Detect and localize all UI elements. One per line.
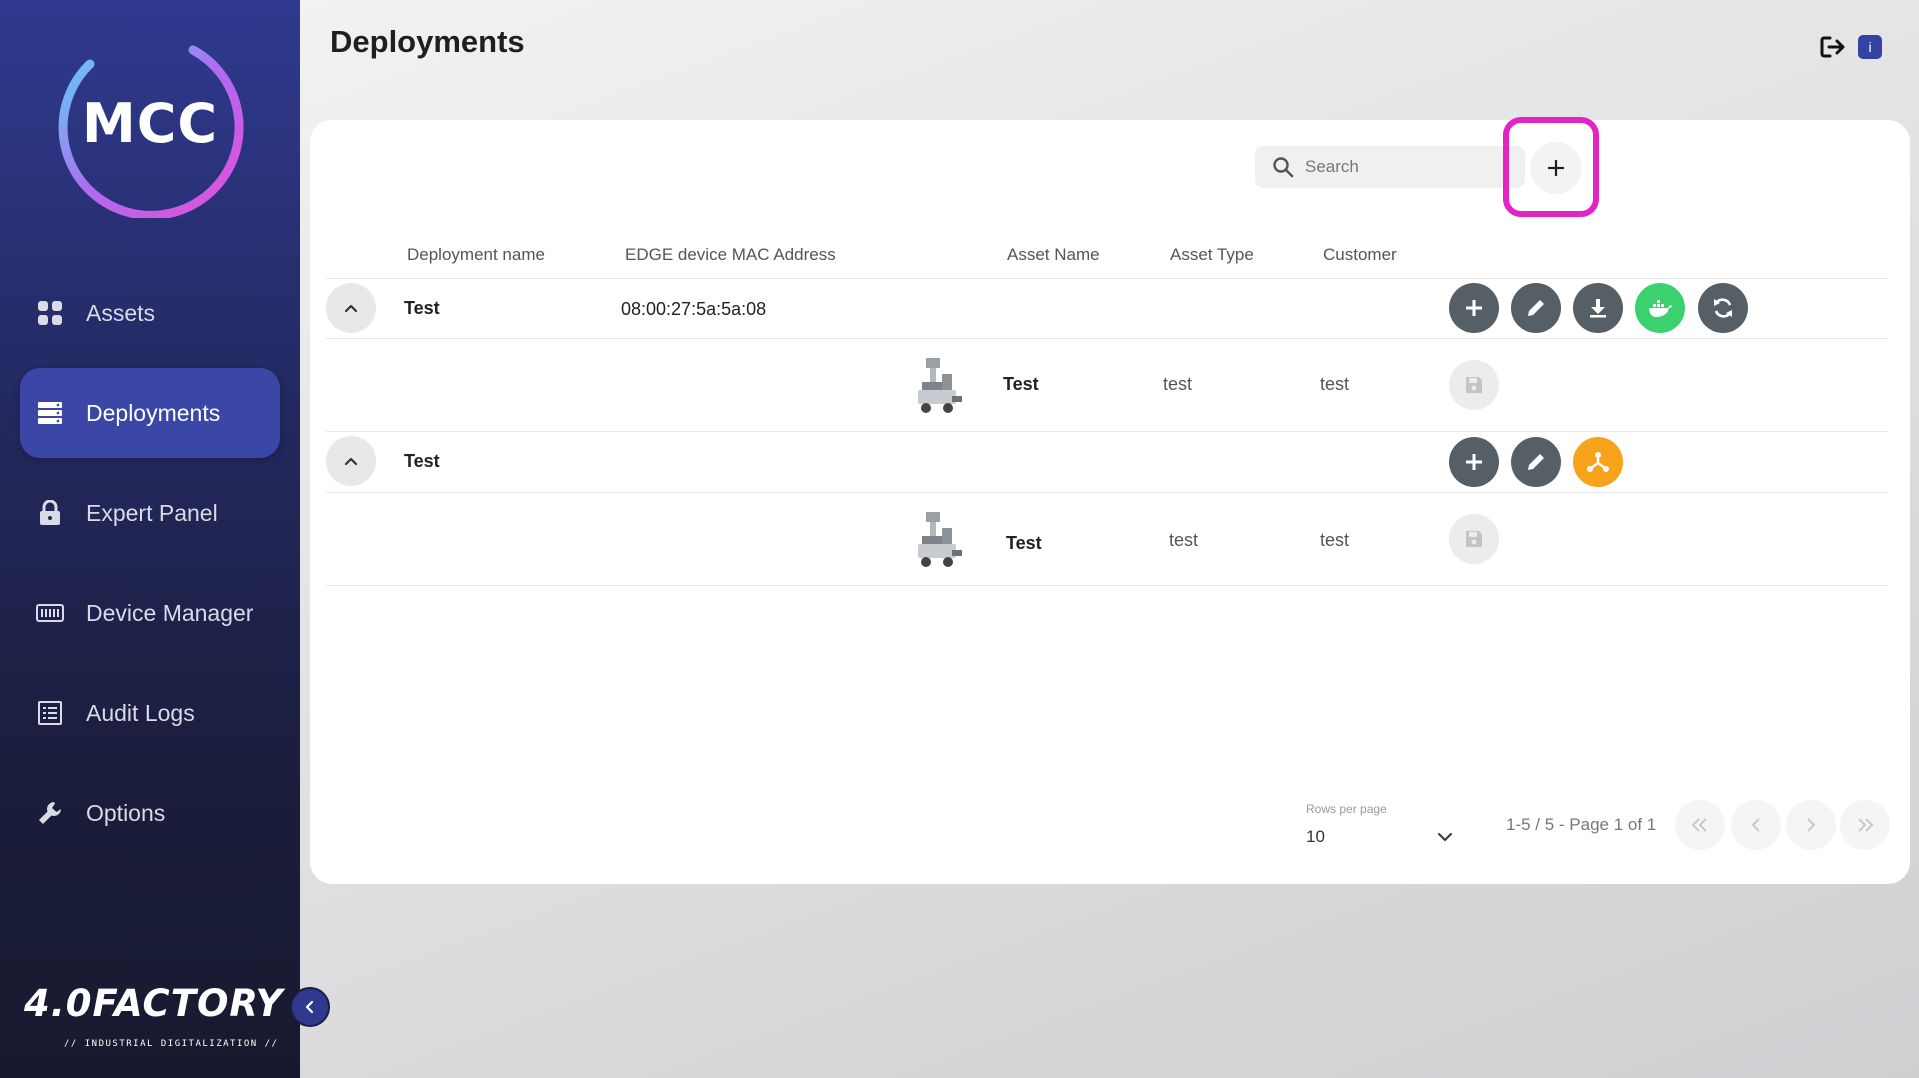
chevron-down-icon (1438, 833, 1452, 841)
download-icon (1590, 299, 1606, 318)
chevron-up-icon (344, 457, 358, 466)
sync-button[interactable] (1698, 283, 1748, 333)
brand-tagline: // INDUSTRIAL DIGITALIZATION // (64, 1039, 279, 1049)
download-button[interactable] (1573, 283, 1623, 333)
list-document-icon (36, 699, 64, 727)
column-header-asset-type[interactable]: Asset Type (1170, 245, 1254, 265)
asset-type: test (1163, 374, 1193, 394)
sidebar-item-options[interactable]: Options (20, 768, 280, 858)
edit-button[interactable] (1511, 283, 1561, 333)
rows-per-page-value: 10 (1306, 827, 1325, 846)
network-button[interactable] (1573, 437, 1623, 487)
sidebar-item-assets[interactable]: Assets (20, 268, 280, 358)
wrench-icon (36, 799, 64, 827)
asset-name: Test (1003, 374, 1039, 394)
logout-icon[interactable] (1820, 35, 1846, 59)
rows-per-page-label: Rows per page (1306, 802, 1387, 816)
chevron-left-icon (305, 1000, 314, 1014)
row-divider (326, 338, 1888, 339)
sidebar-item-label: Device Manager (86, 599, 254, 626)
robot-asset-image (912, 506, 968, 572)
mac-address: 08:00:27:5a:5a:08 (621, 299, 767, 319)
plus-icon (1466, 300, 1482, 316)
floppy-disk-icon (1466, 377, 1482, 393)
company-logo: 4.0FACTORY // INDUSTRIAL DIGITALIZATION … (24, 982, 284, 1049)
search-icon (1273, 157, 1294, 178)
deployment-name: Test (404, 451, 440, 471)
add-deployment-button[interactable] (1530, 142, 1582, 194)
double-chevron-right-icon (1858, 818, 1874, 832)
edit-button[interactable] (1511, 437, 1561, 487)
lock-icon (36, 499, 64, 527)
sync-icon (1714, 298, 1732, 318)
sidebar-item-audit-logs[interactable]: Audit Logs (20, 668, 280, 758)
chevron-right-icon (1807, 818, 1816, 832)
collapse-row-button[interactable] (326, 283, 376, 333)
sidebar-item-label: Assets (86, 299, 156, 326)
search-input[interactable] (1305, 157, 1505, 177)
row-divider (326, 431, 1888, 432)
double-chevron-left-icon (1691, 818, 1707, 832)
mcc-logo: MCC (55, 28, 245, 220)
search-field[interactable] (1255, 146, 1525, 188)
customer: test (1320, 530, 1350, 550)
row-divider (326, 492, 1888, 493)
sidebar-item-label: Audit Logs (86, 699, 195, 726)
first-page-button[interactable] (1675, 800, 1725, 850)
pencil-icon (1528, 454, 1544, 470)
sidebar-item-label: Expert Panel (86, 499, 218, 526)
save-button[interactable] (1449, 360, 1499, 410)
add-asset-button[interactable] (1449, 437, 1499, 487)
pencil-icon (1528, 300, 1544, 316)
grid-icon (36, 299, 64, 327)
column-header-asset-name[interactable]: Asset Name (1007, 245, 1100, 265)
sidebar-item-label: Options (86, 799, 166, 826)
deployment-name: Test (404, 298, 440, 318)
page-title: Deployments (330, 24, 525, 59)
customer: test (1320, 374, 1350, 394)
plus-icon (1548, 160, 1564, 176)
pagination-info: 1-5 / 5 - Page 1 of 1 (1506, 815, 1657, 834)
collapse-row-button[interactable] (326, 436, 376, 486)
row-divider (326, 585, 1888, 586)
row-divider (326, 278, 1888, 279)
next-page-button[interactable] (1786, 800, 1836, 850)
sidebar: MCC Assets Deployments Expert Panel Devi… (0, 0, 300, 1078)
docker-icon (1649, 300, 1672, 317)
chevron-up-icon (344, 304, 358, 313)
collapse-sidebar-button[interactable] (290, 987, 330, 1027)
docker-button[interactable] (1635, 283, 1685, 333)
keyboard-icon (36, 599, 64, 627)
column-header-customer[interactable]: Customer (1323, 245, 1397, 265)
plus-icon (1466, 454, 1482, 470)
sidebar-item-label: Deployments (86, 399, 221, 426)
server-list-icon (36, 399, 64, 427)
info-button[interactable]: i (1858, 35, 1882, 59)
column-header-deployment-name[interactable]: Deployment name (407, 245, 545, 265)
sidebar-item-deployments[interactable]: Deployments (20, 368, 280, 458)
save-button[interactable] (1449, 514, 1499, 564)
chevron-left-icon (1751, 818, 1760, 832)
sidebar-item-device-manager[interactable]: Device Manager (20, 568, 280, 658)
previous-page-button[interactable] (1731, 800, 1781, 850)
add-asset-button[interactable] (1449, 283, 1499, 333)
asset-name: Test (1006, 533, 1042, 553)
sidebar-nav: Assets Deployments Expert Panel Device M… (20, 268, 280, 868)
logo-text: MCC (82, 91, 218, 155)
brand-name: 4.0FACTORY (24, 982, 284, 1025)
floppy-disk-icon (1466, 531, 1482, 547)
deployments-card (310, 120, 1910, 884)
last-page-button[interactable] (1840, 800, 1890, 850)
asset-type: test (1169, 530, 1199, 550)
network-icon (1587, 452, 1609, 472)
sidebar-item-expert-panel[interactable]: Expert Panel (20, 468, 280, 558)
rows-per-page-select[interactable]: 10 (1306, 822, 1454, 852)
column-header-mac-address[interactable]: EDGE device MAC Address (625, 245, 836, 265)
robot-asset-image (912, 352, 968, 418)
